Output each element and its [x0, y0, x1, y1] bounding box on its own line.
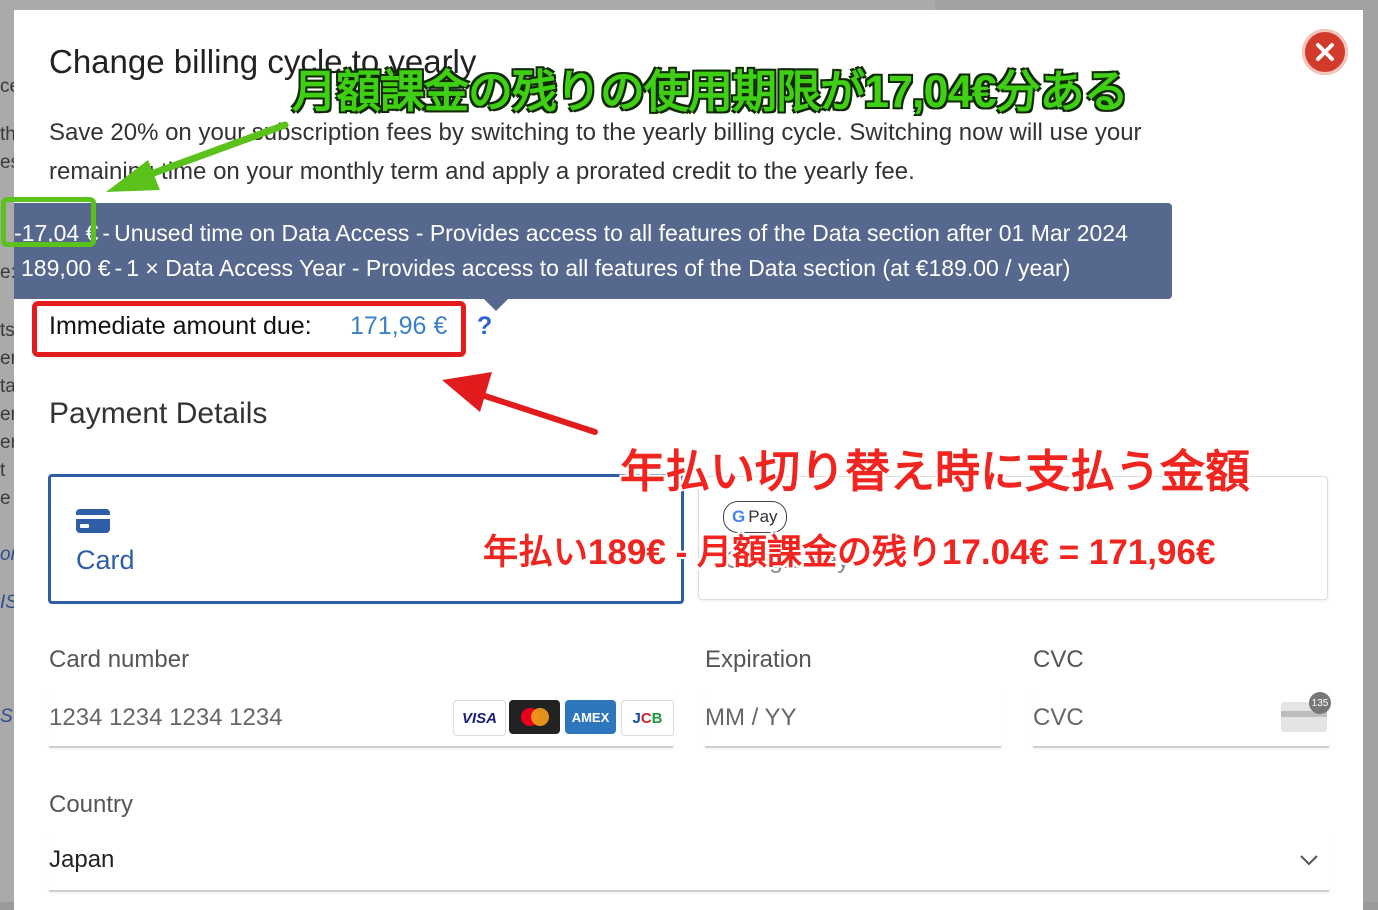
credit-card-icon — [76, 509, 110, 533]
background-text: t — [0, 460, 6, 481]
payment-tab-card-label: Card — [76, 545, 135, 575]
country-value: Japan — [49, 846, 115, 873]
card-number-label: Card number — [49, 646, 190, 673]
background-text: ts — [0, 320, 15, 341]
visa-icon: VISA — [453, 700, 506, 736]
country-label: Country — [49, 791, 134, 818]
background-link: S — [0, 706, 13, 727]
cvc-label: CVC — [1033, 646, 1084, 673]
annotation-red-formula: 年払い189€ - 月額課金の残り17.04€ = 171,96€ — [483, 533, 1216, 572]
tooltip-line-credit: -17,04 € - Unused time on Data Access - Pr… — [14, 220, 1128, 246]
charge-amount: 189,00 € — [21, 255, 111, 281]
amex-icon: AMEX — [565, 700, 616, 734]
chevron-down-icon — [1300, 855, 1318, 866]
cvc-card-icon: 135 — [1281, 692, 1331, 732]
close-icon — [1316, 43, 1334, 61]
close-button[interactable] — [1302, 29, 1348, 75]
credit-description: Unused time on Data Access - Provides ac… — [114, 220, 1128, 246]
annotation-red-box — [32, 301, 466, 357]
country-select[interactable]: Japan — [49, 832, 1329, 892]
price-breakdown-tooltip: -17,04 € - Unused time on Data Access - Pr… — [14, 203, 1172, 311]
annotation-green-box — [1, 197, 96, 247]
annotation-green-text: 月額課金の残りの使用期限が17,04€分ある — [292, 66, 1129, 117]
background-text: e — [0, 488, 11, 509]
tooltip-line-charge: 189,00 € -1 × Data Access Year - Provides… — [21, 255, 1071, 281]
cvc-placeholder: CVC — [1033, 704, 1084, 731]
expiration-label: Expiration — [705, 646, 812, 673]
mastercard-icon — [509, 700, 560, 734]
charge-description: 1 × Data Access Year - Provides access t… — [126, 255, 1071, 281]
dialog-description: Save 20% on your subscription fees by sw… — [49, 119, 1142, 185]
card-number-placeholder: 1234 1234 1234 1234 — [49, 704, 283, 731]
help-icon[interactable]: ? — [477, 312, 492, 341]
annotation-red-text: 年払い切り替え時に支払う金額 — [620, 446, 1251, 497]
expiration-placeholder: MM / YY — [705, 704, 797, 731]
tooltip-arrow — [484, 299, 508, 311]
cvc-input[interactable]: CVC 135 — [1033, 688, 1331, 748]
card-number-input[interactable]: 1234 1234 1234 1234 VISA AMEX JCB — [49, 688, 674, 748]
jcb-icon: JCB — [621, 700, 674, 736]
payment-details-heading: Payment Details — [49, 397, 268, 430]
expiration-input[interactable]: MM / YY — [705, 688, 1001, 748]
